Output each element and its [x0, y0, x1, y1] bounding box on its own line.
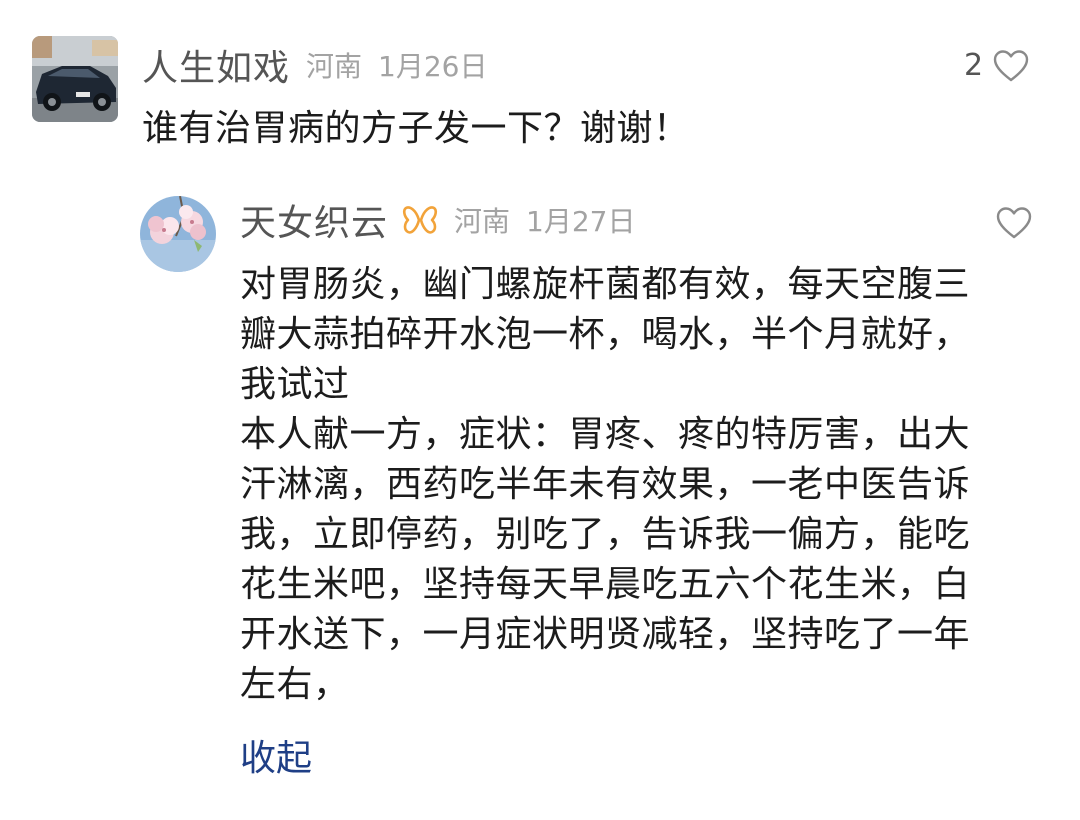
reply-header: 天女织云 河南 1月27日 [240, 194, 636, 246]
like-button[interactable]: 2 [964, 48, 1029, 83]
reply-text-line: 对胃肠炎，幽门螺旋杆菌都有效，每天空腹三 [240, 264, 971, 305]
like-button[interactable] [996, 206, 1032, 240]
heart-icon[interactable] [996, 206, 1032, 240]
reply-text-line: 开水送下，一月症状明贤减轻，坚持吃了一年 [240, 614, 971, 655]
user-avatar[interactable] [32, 36, 118, 122]
reply-text-line: 左右， [240, 664, 350, 705]
reply-text: 对胃肠炎，幽门螺旋杆菌都有效，每天空腹三 瓣大蒜拍碎开水泡一杯，喝水，半个月就好… [240, 260, 1040, 710]
username[interactable]: 人生如戏 [142, 39, 290, 91]
reply-text-line: 花生米吧，坚持每天早晨吃五六个花生米，白 [240, 564, 971, 605]
like-count: 2 [964, 48, 984, 83]
reply-text-line: 我，立即停药，别吃了，告诉我一偏方，能吃 [240, 514, 971, 555]
reply-text-line: 汗淋漓，西药吃半年未有效果，一老中医告诉 [240, 464, 971, 505]
location-label: 河南 [306, 50, 363, 83]
comment-header: 人生如戏 河南 1月26日 [142, 39, 488, 91]
reply-text-line: 我试过 [240, 364, 350, 405]
location-label: 河南 [454, 205, 511, 238]
collapse-link[interactable]: 收起 [240, 734, 312, 784]
user-avatar[interactable] [140, 196, 216, 272]
reply-text-line: 瓣大蒜拍碎开水泡一杯，喝水，半个月就好， [240, 314, 971, 355]
reply-text-line: 本人献一方，症状：胃疼、疼的特厉害，出大 [240, 414, 971, 455]
date-label: 1月26日 [378, 50, 488, 83]
comment-text: 谁有治胃病的方子发一下？谢谢！ [142, 108, 690, 149]
heart-icon[interactable] [993, 49, 1029, 83]
username[interactable]: 天女织云 [240, 194, 388, 246]
date-label: 1月27日 [526, 205, 636, 238]
butterfly-badge-icon [402, 202, 438, 238]
